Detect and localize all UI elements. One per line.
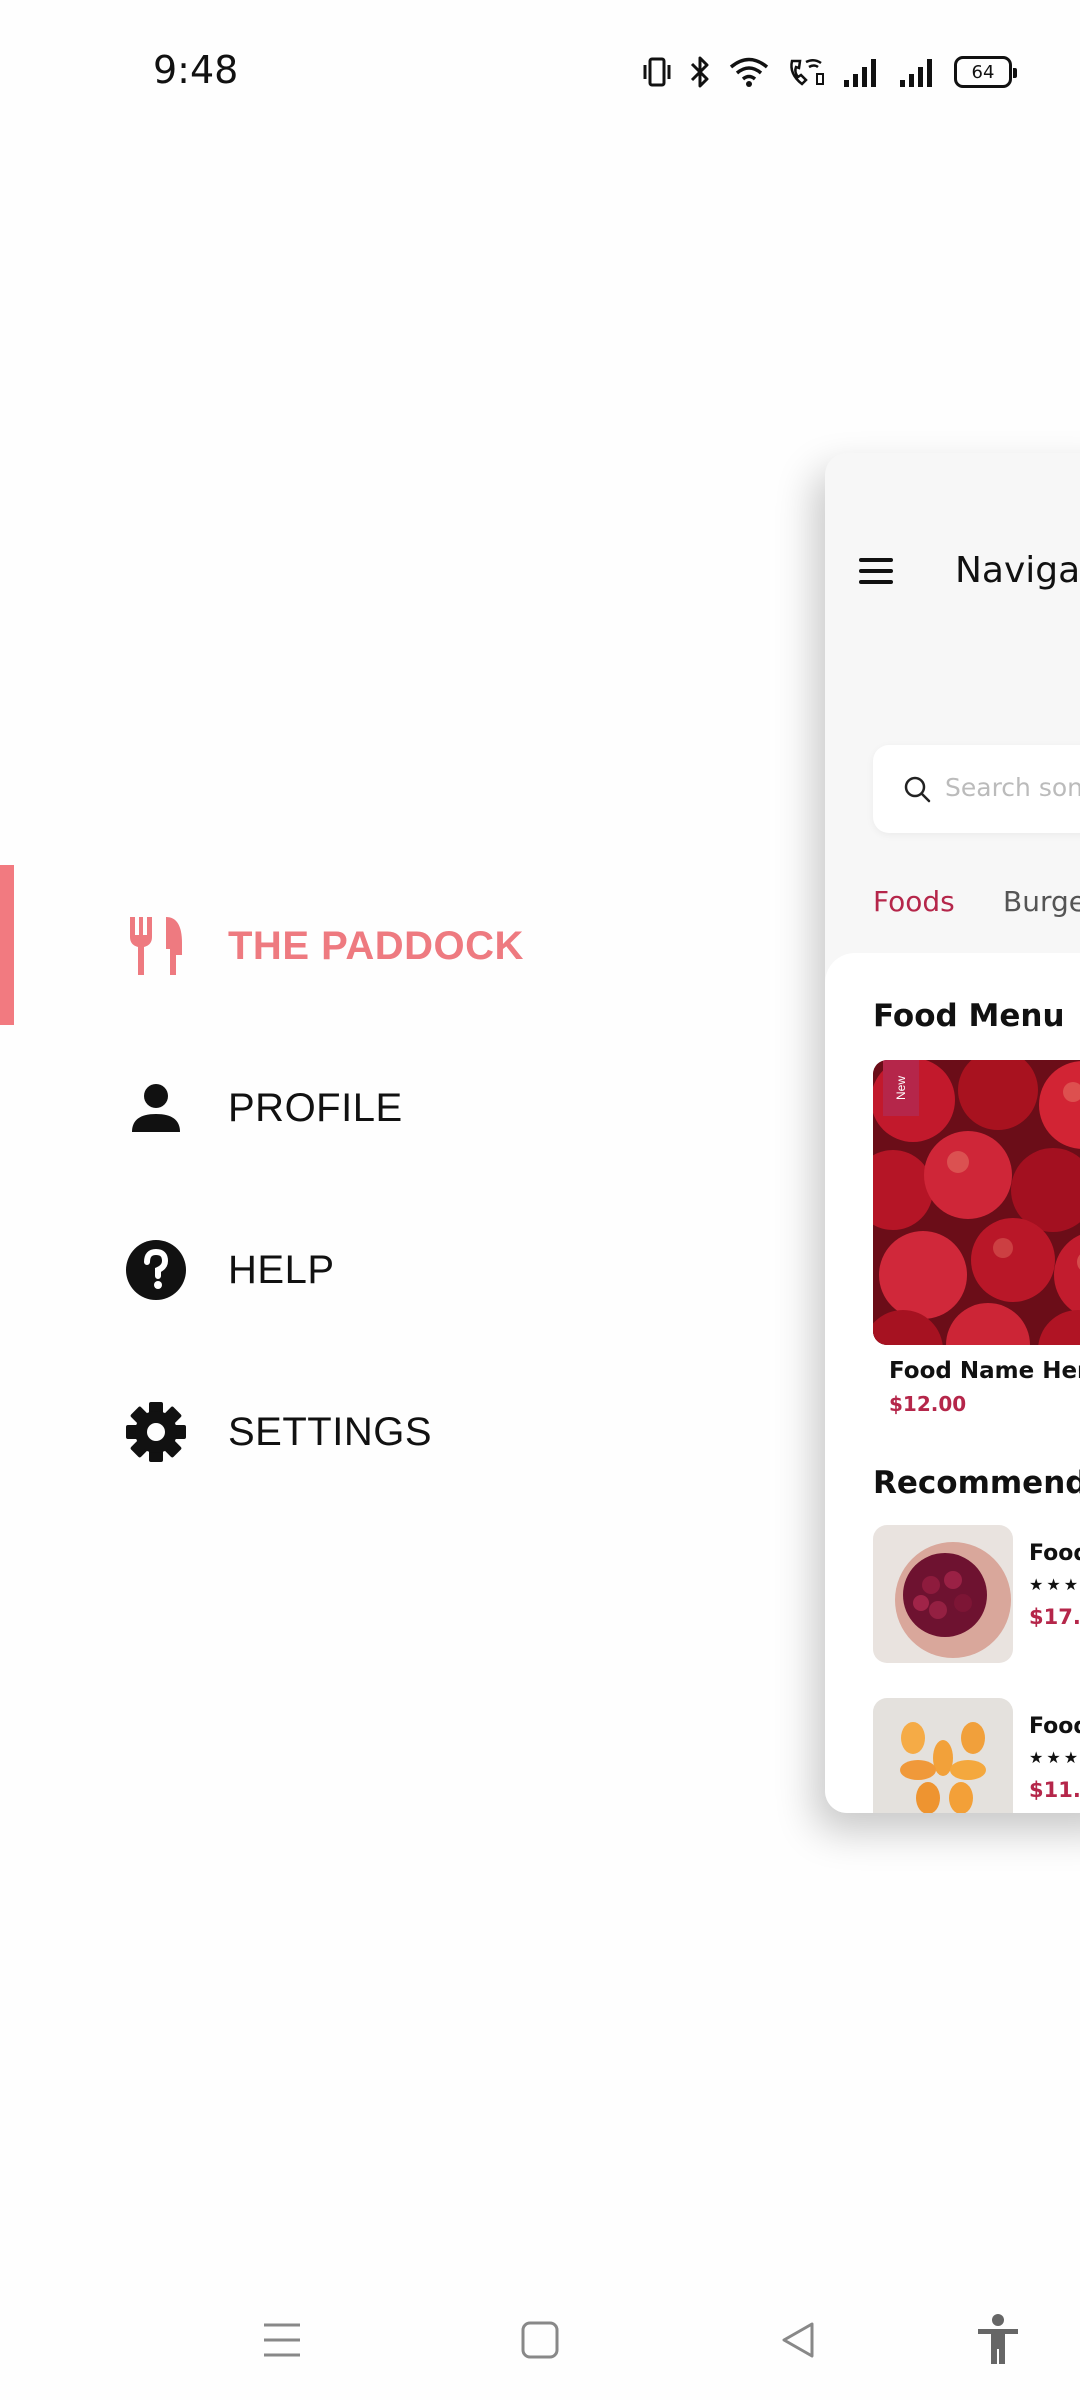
food-name: Food Name Here <box>889 1358 1080 1384</box>
wifi-call-icon <box>786 56 826 88</box>
recommended-item[interactable]: Food ★★★ $17.4 <box>873 1525 1080 1665</box>
food-image: New <box>873 1060 1080 1345</box>
menu-label: THE PADDOCK <box>228 923 524 968</box>
wifi-icon <box>728 56 770 88</box>
rating-stars: ★★★ <box>1029 1750 1080 1767</box>
recommended-title: Recommende <box>873 1465 1080 1501</box>
search-icon <box>903 775 931 808</box>
accessibility-icon[interactable] <box>968 2310 1028 2370</box>
food-price: $12.00 <box>889 1392 967 1416</box>
signal-icon <box>898 56 938 88</box>
new-badge: New <box>883 1060 919 1116</box>
recommended-price: $17.4 <box>1029 1605 1080 1629</box>
menu-item-profile[interactable]: PROFILE <box>0 1027 700 1189</box>
menu-item-the-paddock[interactable]: THE PADDOCK <box>0 865 700 1027</box>
food-menu-title: Food Menu <box>873 998 1065 1034</box>
person-icon <box>124 1076 188 1140</box>
recommended-name: Food <box>1029 1714 1080 1739</box>
preview-title: Navigat <box>955 550 1080 591</box>
status-time: 9:48 <box>153 48 239 92</box>
gear-icon <box>124 1400 188 1464</box>
back-icon[interactable] <box>768 2310 828 2370</box>
menu-item-settings[interactable]: SETTINGS <box>0 1351 700 1513</box>
hamburger-menu-icon[interactable] <box>859 558 893 591</box>
search-placeholder: Search son <box>945 773 1080 802</box>
recommended-name: Food <box>1029 1541 1080 1566</box>
status-bar: 9:48 64 <box>0 0 1080 140</box>
main-screen-preview[interactable]: Navigat Search son Foods Burge Food Menu… <box>825 453 1080 1813</box>
home-icon[interactable] <box>510 2310 570 2370</box>
battery-icon: 64 <box>954 56 1017 88</box>
recommended-image <box>873 1698 1013 1813</box>
system-nav-bar <box>0 2280 1080 2400</box>
tab-foods[interactable]: Foods <box>873 885 955 918</box>
signal-icon <box>842 56 882 88</box>
bluetooth-icon <box>688 55 712 89</box>
restaurant-icon <box>124 914 188 978</box>
recommended-image <box>873 1525 1013 1663</box>
recommended-price: $11.87 <box>1029 1778 1080 1802</box>
rating-stars: ★★★ <box>1029 1577 1080 1594</box>
menu-item-help[interactable]: HELP <box>0 1189 700 1351</box>
help-icon <box>124 1238 188 1302</box>
menu-label: HELP <box>228 1247 335 1292</box>
food-card[interactable]: New Food Name Here $12.00 <box>873 1060 1080 1420</box>
search-input[interactable]: Search son <box>873 745 1080 833</box>
battery-level: 64 <box>971 61 995 83</box>
status-icons: 64 <box>642 52 1017 92</box>
menu-label: PROFILE <box>228 1085 403 1130</box>
tab-burgers[interactable]: Burge <box>1003 885 1080 918</box>
vibrate-icon <box>642 56 672 88</box>
menu-icon[interactable] <box>252 2310 312 2370</box>
menu-label: SETTINGS <box>228 1409 433 1454</box>
recommended-item[interactable]: Food ★★★ $11.87 <box>873 1698 1080 1813</box>
